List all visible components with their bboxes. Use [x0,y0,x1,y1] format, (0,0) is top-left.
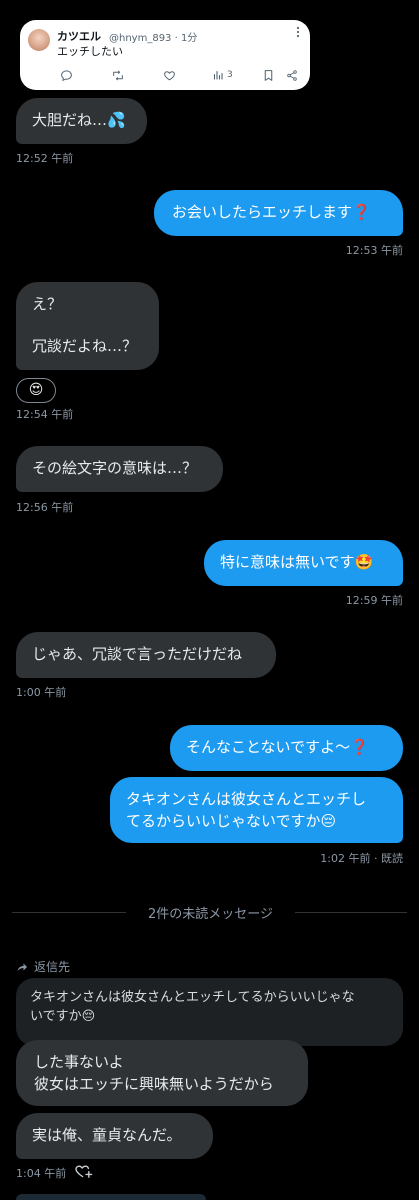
message-text: 大胆だね…💦 [32,111,126,129]
message-line [32,315,143,336]
tweet-author-handle: @hnym_893 · 1分 [109,33,198,44]
avatar[interactable] [28,29,50,51]
message-timestamp: 1:00 午前 [16,686,67,699]
message-text: 実は俺、童貞なんだ。 [32,1126,182,1144]
bookmark-icon[interactable] [263,67,274,83]
message-timestamp: 1:04 午前 [16,1167,67,1180]
bottom-partial-element [16,1194,206,1200]
message-bubble-outgoing[interactable]: タキオンさんは彼女さんとエッチし てるからいいじゃないですか😔 [110,777,403,843]
more-vertical-icon[interactable] [296,26,300,41]
message-timestamp: 12:59 午前 [345,594,403,607]
tweet-author-name: カツエル [57,30,101,43]
message-bubble-incoming[interactable]: 実は俺、童貞なんだ。 [16,1113,213,1159]
message-text: そんなことないですよ〜❓ [186,738,369,756]
message-bubble-incoming[interactable]: じゃあ、冗談で言っただけだね [16,632,276,678]
reply-icon[interactable] [60,67,73,83]
message-text: じゃあ、冗談で言っただけだね [32,645,243,663]
views-count: 3 [227,70,233,80]
message-bubble-outgoing[interactable]: そんなことないですよ〜❓ [170,725,403,771]
message-line: 彼女はエッチに興味無いようだから [34,1075,274,1093]
reply-to-label: 返信先 [16,958,70,975]
tweet-action-bar: 3 [20,67,310,83]
divider-line-left [12,912,126,913]
message-timestamp: 12:52 午前 [16,152,74,165]
message-line: てるからいいじゃないですか😔 [126,812,337,830]
quoted-tweet-card[interactable]: カツエル @hnym_893 · 1分 エッチしたい 3 [20,20,310,90]
message-text: お会いしたらエッチします❓ [172,203,371,221]
replied-message-preview[interactable]: タキオンさんは彼女さんとエッチしてるからいいじゃな いですか😔 [16,978,403,1046]
share-icon[interactable] [286,67,298,83]
message-bubble-incoming[interactable]: え？ 冗談だよね…？ [16,282,159,370]
message-line: タキオンさんは彼女さんとエッチし [126,790,367,808]
message-bubble-incoming[interactable]: 大胆だね…💦 [16,98,147,144]
message-line: した事ないよ [34,1053,124,1071]
views-button[interactable]: 3 [212,67,233,83]
message-line: え？ [32,295,63,313]
message-bubble-outgoing[interactable]: お会いしたらエッチします❓ [154,190,403,236]
views-icon [213,70,223,80]
message-timestamp: 12:54 午前 [16,408,74,421]
message-timestamp: 12:53 午前 [345,244,403,257]
message-bubble-incoming[interactable]: その絵文字の意味は…？ [16,446,223,492]
retweet-icon[interactable] [111,67,125,83]
message-timestamp-read: 1:02 午前 · 既読 [320,852,403,865]
tweet-text: エッチしたい [57,45,123,58]
add-reaction-icon[interactable] [75,1163,93,1183]
message-bubble-outgoing[interactable]: 特に意味は無いです🤩 [204,540,403,586]
message-line: 冗談だよね…？ [32,337,138,355]
message-reaction[interactable]: 😍 [16,378,56,403]
quoted-line: いですか😔 [30,1009,96,1024]
message-timestamp: 12:56 午前 [16,501,74,514]
unread-divider: 2件の未読メッセージ [147,907,273,922]
message-bubble-incoming[interactable]: した事ないよ 彼女はエッチに興味無いようだから [16,1040,308,1106]
message-text: その絵文字の意味は…？ [32,459,198,477]
divider-line-right [295,912,407,913]
message-text: 特に意味は無いです🤩 [220,553,374,571]
reply-arrow-icon [17,963,27,971]
reply-to-text: 返信先 [34,960,71,974]
quoted-line: タキオンさんは彼女さんとエッチしてるからいいじゃな [30,990,355,1005]
like-icon[interactable] [163,67,176,83]
